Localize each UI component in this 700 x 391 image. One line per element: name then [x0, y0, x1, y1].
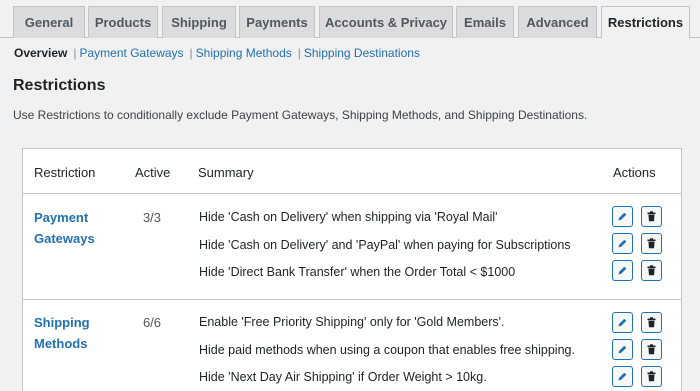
- subnav-separator: |: [73, 46, 77, 60]
- edit-button[interactable]: [612, 233, 633, 254]
- tab-shipping[interactable]: Shipping: [162, 6, 236, 38]
- pencil-icon: [618, 372, 627, 381]
- edit-button[interactable]: [612, 339, 633, 360]
- restriction-group-payment-gateways: Payment Gateways 3/3 Hide 'Cash on Deliv…: [23, 195, 681, 299]
- tab-emails[interactable]: Emails: [456, 6, 514, 38]
- table-header: Restriction Active Summary Actions: [23, 149, 681, 194]
- tab-general[interactable]: General: [13, 6, 85, 38]
- rule-summary: Hide 'Cash on Delivery' when shipping vi…: [199, 210, 498, 224]
- trash-icon: [647, 265, 656, 276]
- tab-advanced[interactable]: Advanced: [518, 6, 597, 38]
- group-active-count: 3/3: [142, 210, 162, 225]
- pencil-icon: [618, 318, 627, 327]
- delete-button[interactable]: [641, 339, 662, 360]
- edit-button[interactable]: [612, 312, 633, 333]
- trash-icon: [647, 211, 656, 222]
- tab-products[interactable]: Products: [88, 6, 158, 38]
- rule-summary: Hide 'Next Day Air Shipping' if Order We…: [199, 370, 487, 384]
- restrictions-table: Restriction Active Summary Actions Payme…: [22, 148, 682, 391]
- tab-payments[interactable]: Payments: [239, 6, 315, 38]
- tab-accounts-privacy[interactable]: Accounts & Privacy: [319, 6, 453, 38]
- page-description: Use Restrictions to conditionally exclud…: [13, 108, 588, 122]
- section-subnav: Overview | Payment Gateways | Shipping M…: [14, 45, 420, 61]
- delete-button[interactable]: [641, 366, 662, 387]
- subnav-shipping-destinations[interactable]: Shipping Destinations: [304, 46, 420, 60]
- delete-button[interactable]: [641, 233, 662, 254]
- group-name-payment-gateways[interactable]: Payment Gateways: [34, 207, 114, 249]
- delete-button[interactable]: [641, 260, 662, 281]
- pencil-icon: [618, 345, 627, 354]
- header-actions: Actions: [613, 165, 656, 180]
- subnav-shipping-methods[interactable]: Shipping Methods: [196, 46, 292, 60]
- header-active: Active: [135, 165, 171, 180]
- delete-button[interactable]: [641, 206, 662, 227]
- pencil-icon: [618, 212, 627, 221]
- trash-icon: [647, 238, 656, 249]
- subnav-overview[interactable]: Overview: [14, 46, 67, 60]
- restriction-group-shipping-methods: Shipping Methods 6/6 Enable 'Free Priori…: [23, 299, 681, 391]
- trash-icon: [647, 371, 656, 382]
- subnav-separator: |: [189, 46, 193, 60]
- rule-summary: Hide paid methods when using a coupon th…: [199, 343, 575, 357]
- rule-summary: Enable 'Free Priority Shipping' only for…: [199, 315, 505, 329]
- pencil-icon: [618, 266, 627, 275]
- rule-summary: Hide 'Cash on Delivery' and 'PayPal' whe…: [199, 238, 571, 252]
- trash-icon: [647, 317, 656, 328]
- rule-summary: Hide 'Direct Bank Transfer' when the Ord…: [199, 265, 516, 279]
- page-title: Restrictions: [13, 77, 106, 94]
- settings-tabs: General Products Shipping Payments Accou…: [0, 0, 700, 39]
- header-summary: Summary: [198, 165, 254, 180]
- trash-icon: [647, 344, 656, 355]
- pencil-icon: [618, 239, 627, 248]
- subnav-payment-gateways[interactable]: Payment Gateways: [80, 46, 184, 60]
- group-name-shipping-methods[interactable]: Shipping Methods: [34, 312, 114, 354]
- delete-button[interactable]: [641, 312, 662, 333]
- edit-button[interactable]: [612, 260, 633, 281]
- header-restriction: Restriction: [34, 165, 96, 180]
- edit-button[interactable]: [612, 366, 633, 387]
- tab-restrictions[interactable]: Restrictions: [601, 6, 690, 39]
- group-active-count: 6/6: [142, 315, 162, 330]
- edit-button[interactable]: [612, 206, 633, 227]
- subnav-separator: |: [297, 46, 301, 60]
